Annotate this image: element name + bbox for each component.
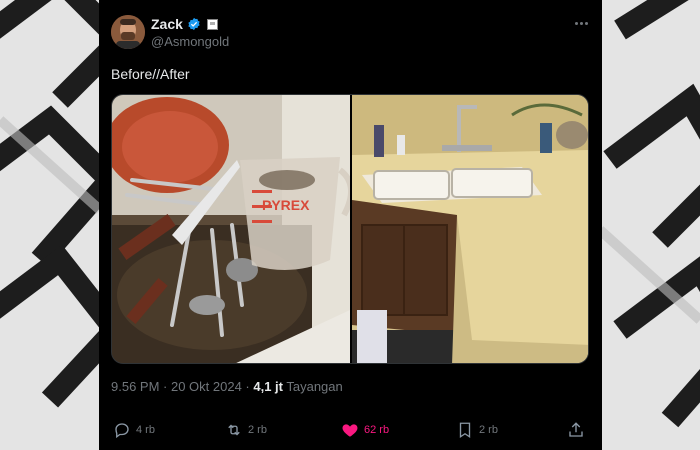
share-button[interactable] — [567, 420, 585, 440]
after-photo[interactable] — [352, 95, 589, 364]
verified-badge-icon — [188, 17, 200, 31]
tweet-card: Zack @Asmongold Before//After PYREX 9.56… — [99, 0, 602, 450]
reply-count: 4 rb — [136, 424, 155, 436]
author-name[interactable]: Zack — [151, 16, 183, 32]
share-icon — [569, 422, 583, 437]
more-options-icon[interactable] — [572, 14, 590, 32]
author-handle[interactable]: @Asmongold — [151, 34, 229, 49]
avatar[interactable] — [111, 15, 145, 49]
author-row: Zack — [151, 15, 218, 33]
reply-icon — [115, 423, 129, 439]
bookmark-icon — [459, 422, 471, 439]
timestamp[interactable]: 9.56 PM · 20 Okt 2024 · — [111, 379, 253, 394]
bookmark-button[interactable]: 2 rb — [456, 420, 498, 440]
repost-count: 2 rb — [248, 424, 267, 436]
views-label: Tayangan — [282, 379, 343, 394]
tweet-meta: 9.56 PM · 20 Okt 2024 · 4,1 jt Tayangan — [111, 379, 343, 394]
media-grid[interactable]: PYREX — [111, 94, 589, 364]
action-bar: 4 rb 2 rb 62 rb 2 rb — [113, 420, 589, 440]
affiliate-badge-icon — [206, 18, 218, 30]
bookmark-count: 2 rb — [479, 424, 498, 436]
reply-button[interactable]: 4 rb — [113, 420, 155, 440]
before-photo[interactable]: PYREX — [112, 95, 354, 364]
repost-icon — [228, 424, 240, 436]
like-button[interactable]: 62 rb — [341, 420, 389, 440]
views-count: 4,1 jt — [253, 379, 283, 394]
like-count: 62 rb — [364, 424, 390, 436]
tweet-text: Before//After — [111, 66, 190, 82]
like-heart-icon — [342, 424, 358, 437]
repost-button[interactable]: 2 rb — [225, 420, 267, 440]
pyrex-label: PYREX — [262, 197, 310, 213]
